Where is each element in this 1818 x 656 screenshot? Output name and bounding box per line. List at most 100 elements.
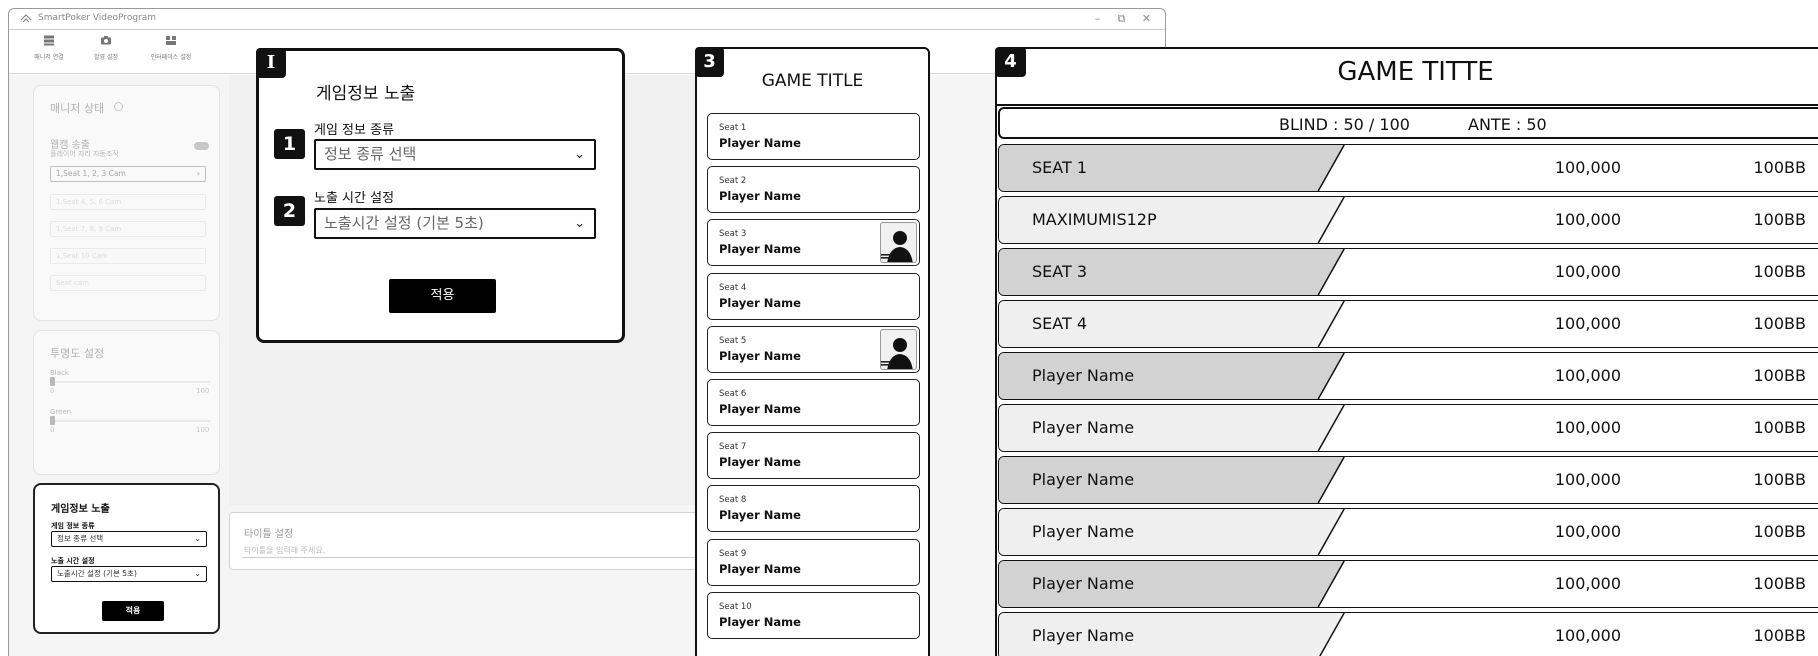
seat-label: Seat 5 (719, 335, 747, 346)
cam-row[interactable]: 1,Seat 10 Cam (50, 248, 206, 264)
slider-max: 100 (196, 426, 210, 434)
cam-row[interactable]: 1,Seat 7, 8, 9 Cam (50, 221, 206, 237)
big-blind-value: 100BB (1753, 522, 1807, 541)
chevron-down-icon: ⌄ (194, 569, 201, 578)
seat-card[interactable]: Seat 6 Player Name (707, 379, 920, 426)
game-info-panel: I 게임정보 노출 1 게임 정보 종류 정보 종류 선택 ⌄ 2 노출 시간 … (256, 48, 625, 343)
chip-count-panel: 4 GAME TITTE BLIND : 50 / 100 ANTE : 50 … (995, 47, 1818, 656)
row-name-band (999, 249, 1345, 295)
player-name: SEAT 3 (1032, 262, 1088, 281)
time-select[interactable]: 노출시간 설정 (기본 5초) ⌄ (51, 566, 207, 582)
title-bar: SmartPoker VideoProgram – ⧉ ✕ (9, 9, 1165, 30)
player-name: Player Name (719, 508, 801, 523)
time-select[interactable]: 노출시간 설정 (기본 5초) ⌄ (314, 208, 596, 239)
server-icon (44, 35, 54, 46)
seat-card[interactable]: Seat 2 Player Name (707, 166, 920, 214)
big-blind-value: 100BB (1753, 210, 1807, 229)
panel-title: 게임정보 노출 (316, 84, 416, 104)
player-name: Player Name (1032, 522, 1135, 541)
title-divider (997, 104, 1818, 106)
opacity-title: 투명도 설정 (50, 347, 105, 360)
stage: SmartPoker VideoProgram – ⧉ ✕ 매니저 연결 촬영 … (0, 0, 1818, 656)
cam-select[interactable]: 1,Seat 1, 2, 3 Cam › (50, 166, 206, 182)
player-name: Player Name (1032, 626, 1135, 645)
chip-row: SEAT 1 100,000 100BB (998, 144, 1818, 192)
cam-row[interactable]: Seat cam (50, 275, 206, 291)
black-slider-track[interactable] (50, 381, 210, 383)
seat-card[interactable]: Seat 4 Player Name (707, 272, 920, 320)
player-name: Player Name (719, 614, 801, 629)
toolbar-interface-button[interactable]: 인터페이스 설정 (141, 35, 201, 61)
seat-card[interactable]: Seat 10 Player Name (707, 591, 920, 639)
green-slider-track[interactable] (50, 420, 210, 422)
row-name-band (999, 145, 1345, 191)
chip-row: Player Name 100,000 100BB (998, 456, 1818, 504)
toolbar-camera-button[interactable]: 촬영 설정 (76, 35, 136, 61)
restore-icon[interactable]: ⧉ (1115, 12, 1128, 25)
layout-icon (166, 36, 176, 45)
stack-value: 100,000 (1554, 522, 1621, 541)
game-title: GAME TITTE (1337, 57, 1494, 87)
black-slider-knob[interactable] (50, 377, 55, 386)
time-label: 노출 시간 설정 (314, 191, 395, 206)
player-name: SEAT 4 (1032, 314, 1088, 333)
player-photo-icon (880, 328, 917, 370)
chip-row: Player Name 100,000 100BB (998, 560, 1818, 608)
type-select[interactable]: 정보 종류 선택 ⌄ (51, 531, 207, 547)
close-icon[interactable]: ✕ (1140, 12, 1153, 25)
chip-row: Player Name 100,000 100BB (998, 612, 1818, 656)
big-blind-value: 100BB (1753, 366, 1807, 385)
player-name: Player Name (719, 295, 801, 310)
seat-card[interactable]: Seat 7 Player Name (707, 432, 920, 480)
seat-card[interactable]: Seat 8 Player Name (707, 485, 920, 533)
slider-min: 0 (50, 426, 55, 434)
player-name: Player Name (719, 136, 801, 150)
player-name: Player Name (719, 455, 801, 470)
stack-value: 100,000 (1554, 418, 1621, 437)
minimize-icon[interactable]: – (1091, 12, 1104, 25)
game-title: GAME TITLE (761, 71, 864, 91)
big-blind-value: 100BB (1753, 262, 1807, 281)
seat-card[interactable]: Seat 1 Player Name (707, 113, 920, 160)
player-photo-icon (880, 222, 917, 264)
player-name: Player Name (719, 242, 801, 257)
slider-label: Green (50, 408, 72, 416)
type-select[interactable]: 정보 종류 선택 ⌄ (314, 139, 596, 170)
seat-label: Seat 6 (719, 389, 747, 399)
cam-row[interactable]: 1,Seat 4, 5, 6 Cam (50, 194, 206, 210)
chip-row: SEAT 4 100,000 100BB (998, 300, 1818, 348)
big-blind-value: 100BB (1753, 158, 1807, 177)
stack-value: 100,000 (1554, 158, 1621, 177)
toolbar-label: 촬영 설정 (94, 54, 118, 61)
camera-icon (101, 36, 111, 45)
toolbar-manager-button[interactable]: 매니저 연결 (19, 35, 79, 61)
chip-row: SEAT 3 100,000 100BB (998, 248, 1818, 296)
seat-label: Seat 2 (719, 176, 747, 187)
seat-card[interactable]: Seat 5 Player Name (707, 325, 920, 373)
player-name: Player Name (719, 561, 801, 576)
chevron-down-icon: ⌄ (194, 534, 201, 543)
green-slider-knob[interactable] (50, 416, 55, 425)
manager-status-title: 매니저 상태 (50, 102, 105, 115)
slider-max: 100 (196, 387, 210, 395)
apply-button[interactable]: 적용 (389, 279, 496, 313)
chevron-down-icon: ⌄ (574, 216, 585, 231)
seat-label: Seat 1 (719, 123, 747, 133)
player-name: Player Name (1032, 470, 1135, 489)
status-radio-icon (114, 102, 123, 111)
title-input[interactable]: 타이틀을 입력해 주세요. (244, 545, 325, 556)
stack-value: 100,000 (1554, 314, 1621, 333)
seat-list-panel: 3 GAME TITLE Seat 1 Player Name Seat 2 Play… (695, 47, 930, 656)
big-blind-value: 100BB (1753, 626, 1807, 645)
type-label: 게임 정보 종류 (314, 123, 395, 138)
seat-card[interactable]: Seat 3 Player Name (707, 219, 920, 267)
seat-label: Seat 10 (719, 601, 752, 612)
apply-button[interactable]: 적용 (102, 601, 164, 621)
chip-row: Player Name 100,000 100BB (998, 508, 1818, 556)
seat-card[interactable]: Seat 9 Player Name (707, 538, 920, 586)
player-name: Player Name (719, 402, 801, 416)
broadcast-toggle[interactable] (194, 142, 209, 150)
opacity-card: 투명도 설정 Black 0 100 Green 0 100 (33, 330, 220, 475)
player-name: SEAT 1 (1032, 158, 1088, 177)
chevron-right-icon: › (196, 169, 200, 178)
